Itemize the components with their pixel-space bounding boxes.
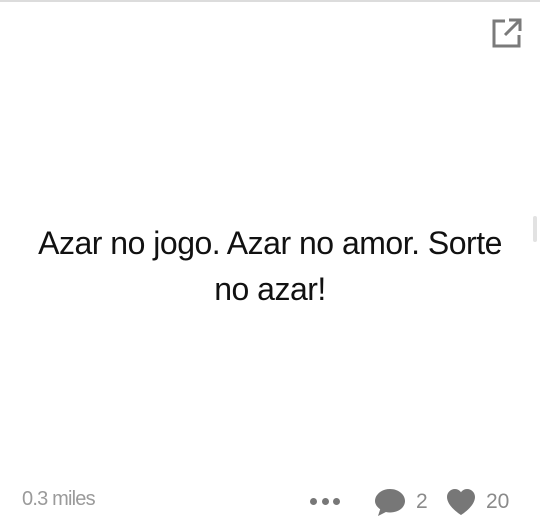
post-text: Azar no jogo. Azar no amor. Sorte no aza…	[38, 225, 502, 307]
comments-button[interactable]: 2	[374, 485, 428, 519]
comment-bubble-icon	[375, 489, 405, 516]
scrollbar[interactable]	[533, 216, 537, 242]
like-count: 20	[486, 490, 510, 513]
like-button[interactable]: 20	[446, 485, 509, 519]
top-divider	[0, 0, 540, 2]
distance-label: 0.3 miles	[22, 488, 96, 510]
more-button[interactable]	[310, 494, 340, 508]
heart-icon	[447, 489, 475, 515]
more-dots-icon	[310, 497, 317, 505]
share-external-icon	[492, 18, 522, 48]
share-button[interactable]	[488, 14, 526, 52]
post-footer: 0.3 miles 2 20	[0, 467, 540, 527]
comment-count: 2	[416, 490, 428, 513]
